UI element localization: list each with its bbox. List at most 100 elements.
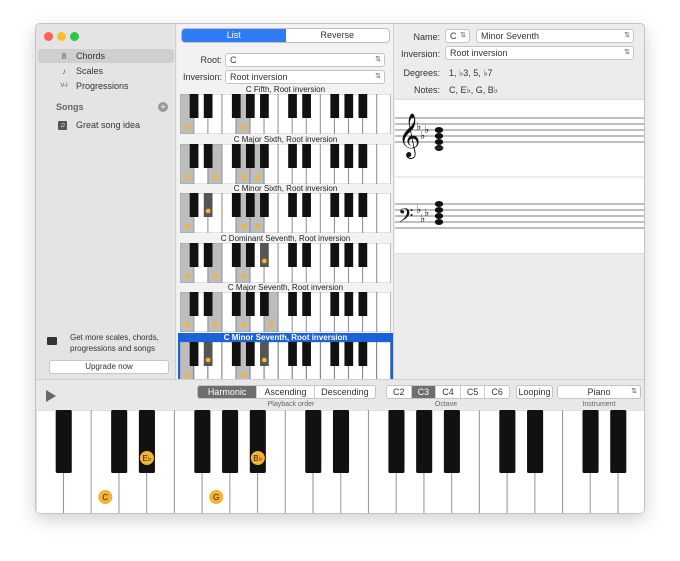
sidebar-item-chords[interactable]: 8 Chords — [38, 49, 174, 63]
music-staff: 𝄞 𝄢 ♭ ♭ ♭ ♭ ♭ ♭ — [395, 99, 644, 254]
piano-black-key[interactable] — [222, 410, 239, 473]
note-label: E♭ — [142, 454, 151, 463]
chord-title: C Minor Seventh, Root inversion — [223, 332, 348, 342]
sidebar-item-progressions[interactable]: V-I Progressions — [38, 79, 174, 93]
white-key — [376, 341, 391, 382]
piano-black-key[interactable] — [111, 410, 128, 473]
close-window-button[interactable] — [44, 32, 53, 41]
mini-keyboard — [180, 94, 391, 134]
black-key — [358, 193, 368, 217]
inversion-label: Inversion: — [182, 72, 222, 82]
piano-black-key[interactable] — [582, 410, 599, 473]
chord-name-select[interactable]: Minor Seventh ⇅ — [476, 29, 634, 43]
detail-inversion-select[interactable]: Root inversion ⇅ — [445, 46, 634, 60]
view-mode-tabs: List Reverse — [181, 28, 390, 43]
chord-name-value: Minor Seventh — [481, 31, 540, 41]
piano-black-key[interactable] — [443, 410, 460, 473]
sidebar-item-label: Chords — [76, 51, 106, 61]
note-marker — [240, 372, 246, 377]
note-marker — [205, 208, 211, 214]
note-marker — [184, 124, 190, 130]
note-label: B♭ — [253, 454, 262, 463]
root-select[interactable]: C ⇅ — [225, 53, 385, 67]
updown-chevron-icon: ⇅ — [375, 73, 381, 80]
piano-black-key[interactable] — [332, 410, 350, 473]
order-ascending[interactable]: Ascending — [257, 386, 315, 398]
degrees-value: 1, ♭3, 5, ♭7 — [449, 68, 493, 78]
piano-black-key[interactable] — [499, 410, 516, 473]
updown-chevron-icon: ⇅ — [375, 56, 381, 63]
black-key — [245, 341, 255, 366]
piano-black-key[interactable] — [416, 410, 433, 473]
octave-c2[interactable]: C2 — [387, 386, 412, 398]
zoom-window-button[interactable] — [70, 32, 79, 41]
note-marker — [184, 322, 190, 328]
tab-list[interactable]: List — [182, 29, 286, 42]
order-harmonic[interactable]: Harmonic — [198, 386, 258, 398]
black-key — [358, 94, 368, 118]
inversion-select[interactable]: Root inversion ⇅ — [225, 70, 385, 84]
svg-text:♭: ♭ — [424, 206, 429, 219]
chord-list-item[interactable]: C Major Seventh, Root inversion — [178, 283, 393, 333]
black-key — [231, 292, 241, 316]
piano-black-key[interactable] — [305, 410, 322, 473]
note-marker — [262, 258, 267, 263]
piano-keyboard: E♭ B♭ C G — [36, 409, 644, 513]
upgrade-button[interactable]: Upgrade now — [49, 360, 169, 374]
chord-title: C Dominant Seventh, Root inversion — [220, 233, 351, 243]
play-icon[interactable] — [46, 390, 56, 402]
note-label: C — [102, 493, 108, 502]
progression-icon: V-I — [60, 83, 68, 89]
chord-list-item[interactable]: C Major Sixth, Root inversion — [178, 135, 393, 185]
black-key — [260, 193, 269, 217]
piano-black-key[interactable] — [610, 410, 627, 473]
note-marker — [262, 357, 267, 362]
black-key — [302, 193, 311, 217]
minimize-window-button[interactable] — [57, 32, 66, 41]
chord-list-item[interactable]: C Minor Seventh, Root inversion — [178, 332, 393, 383]
root-value: C — [230, 55, 237, 65]
chord-list-item[interactable]: C Minor Sixth, Root inversion — [178, 184, 393, 234]
sidebar-item-label: Progressions — [76, 81, 129, 91]
piano-black-key[interactable] — [55, 410, 72, 473]
chord-list-item[interactable]: C Fifth, Root inversion — [178, 85, 393, 135]
black-key — [189, 242, 199, 267]
chord-title: C Major Sixth, Root inversion — [233, 134, 338, 144]
chord-list-item[interactable]: C Dominant Seventh, Root inversion — [178, 234, 393, 284]
chord-notes — [434, 127, 444, 225]
tab-reverse[interactable]: Reverse — [286, 29, 390, 42]
piano-black-key[interactable] — [194, 410, 211, 473]
bass-clef-icon: 𝄢 — [398, 204, 413, 232]
black-key — [344, 341, 354, 366]
piano-black-key[interactable] — [527, 410, 544, 473]
note-marker — [212, 322, 218, 328]
inversion-value: Root inversion — [230, 72, 288, 82]
chord-detail-pane: Name: C ⇅ Minor Seventh ⇅ Inversion: Root … — [395, 24, 644, 379]
octave-c6[interactable]: C6 — [485, 386, 509, 398]
black-key — [358, 143, 368, 168]
octave-c3[interactable]: C3 — [411, 386, 437, 398]
black-key — [203, 242, 213, 267]
black-key — [358, 292, 368, 316]
black-key — [302, 242, 311, 267]
sidebar-item-scales[interactable]: ♪ Scales — [38, 64, 174, 78]
staff-notation: 𝄞 𝄢 ♭♭♭ ♭♭♭ — [395, 113, 644, 232]
black-key — [302, 341, 311, 366]
add-song-icon[interactable]: + — [158, 102, 168, 112]
notes-value: C, E♭, G, B♭ — [449, 85, 498, 95]
name-root-value: C — [450, 31, 457, 41]
name-root-select[interactable]: C ⇅ — [445, 29, 470, 43]
looping-toggle[interactable]: Looping — [516, 385, 553, 399]
black-key — [288, 193, 297, 217]
instrument-caption: Instrument — [582, 401, 616, 408]
piano-black-key[interactable] — [388, 410, 405, 473]
black-key — [189, 94, 199, 118]
note-marker — [184, 174, 190, 179]
octave-c5[interactable]: C5 — [461, 386, 486, 398]
mini-keyboard — [180, 242, 391, 283]
sidebar-item-song[interactable]: ♫ Great song idea — [38, 118, 174, 132]
octave-c4[interactable]: C4 — [436, 386, 461, 398]
order-descending[interactable]: Descending — [315, 386, 375, 398]
instrument-select[interactable]: Piano ⇅ — [557, 385, 641, 399]
black-key — [231, 193, 241, 217]
